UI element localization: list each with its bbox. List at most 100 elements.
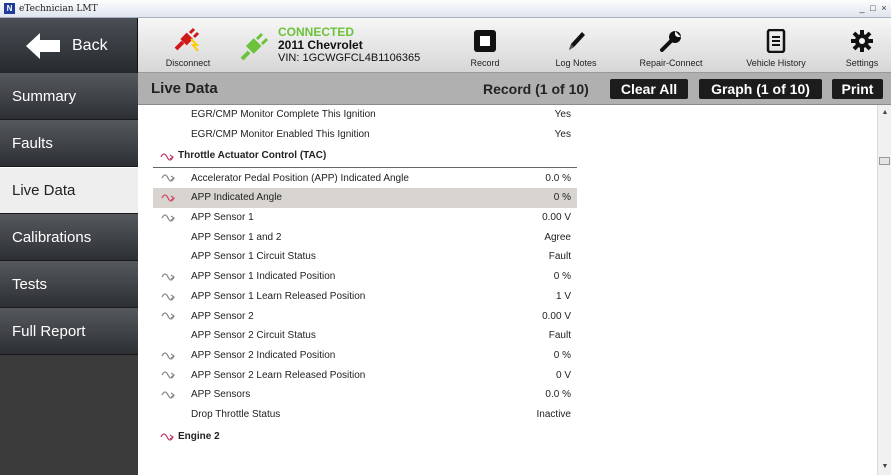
record-label: Record — [470, 58, 500, 68]
live-data-list: EGR/CMP Monitor Complete This Ignition Ye… — [153, 105, 577, 448]
row-value: 0.0 % — [545, 172, 571, 184]
page-title: Live Data — [151, 80, 218, 97]
close-button[interactable]: × — [879, 2, 889, 14]
connected-plug-icon — [240, 32, 268, 60]
graph-toggle-icon[interactable] — [161, 272, 175, 282]
sidebar-item-faults[interactable]: Faults — [0, 120, 138, 167]
table-row[interactable]: EGR/CMP Monitor Complete This Ignition Ye… — [153, 105, 577, 125]
graph-button[interactable]: Graph (1 of 10) — [699, 79, 822, 99]
row-value: 0.0 % — [545, 389, 571, 401]
print-button[interactable]: Print — [832, 79, 883, 99]
toolbar: Back Disconnect CONNECTED 2011 Chevrolet… — [0, 18, 891, 73]
graph-toggle-icon[interactable] — [161, 173, 175, 183]
row-value: 0 % — [553, 271, 571, 283]
row-value: 0 % — [553, 349, 571, 361]
table-row[interactable]: EGR/CMP Monitor Enabled This Ignition Yes — [153, 125, 577, 145]
app-logo: N — [4, 3, 15, 14]
back-button[interactable]: Back — [0, 18, 138, 73]
graph-toggle-icon[interactable] — [161, 370, 175, 380]
row-value: Yes — [554, 129, 571, 141]
table-row[interactable]: APP Sensor 1 Learn Released Position 1 V — [153, 287, 577, 307]
row-value: 0.00 V — [542, 212, 571, 224]
sidebar-item-calibrations[interactable]: Calibrations — [0, 214, 138, 261]
log-notes-label: Log Notes — [555, 58, 597, 68]
vehicle-history-button[interactable]: Vehicle History — [736, 18, 816, 73]
row-label: APP Sensor 2 Circuit Status — [191, 330, 316, 342]
graph-toggle-icon[interactable] — [161, 311, 175, 321]
repair-connect-button[interactable]: Repair-Connect — [634, 18, 708, 73]
table-row[interactable]: APP Sensor 1 Circuit Status Fault — [153, 247, 577, 267]
table-row[interactable]: APP Sensor 1 and 2 Agree — [153, 227, 577, 247]
connection-status: CONNECTED 2011 Chevrolet VIN: 1GCWGFCL4B… — [240, 18, 420, 73]
table-row[interactable]: APP Sensor 2 Indicated Position 0 % — [153, 346, 577, 366]
table-row[interactable]: APP Sensor 1 Indicated Position 0 % — [153, 267, 577, 287]
pencil-icon — [569, 32, 585, 50]
scroll-up-arrow-icon[interactable]: ▲ — [881, 109, 889, 117]
section-graph-icon[interactable] — [160, 152, 174, 162]
record-icon — [474, 30, 496, 52]
repair-connect-label: Repair-Connect — [639, 58, 703, 68]
window-title: eTechnician LMT — [19, 3, 98, 14]
table-row[interactable]: APP Sensor 2 0.00 V — [153, 306, 577, 326]
sidebar-item-full-report[interactable]: Full Report — [0, 308, 138, 355]
sidebar-item-summary[interactable]: Summary — [0, 73, 138, 120]
scroll-down-arrow-icon[interactable]: ▼ — [881, 463, 889, 471]
row-label: APP Sensor 2 — [191, 310, 254, 322]
graph-toggle-active-icon[interactable] — [161, 193, 175, 203]
vertical-scrollbar[interactable]: ▲ ▼ — [877, 105, 891, 475]
sidebar-item-live-data[interactable]: Live Data — [0, 167, 138, 214]
settings-label: Settings — [845, 58, 879, 68]
disconnect-plug-icon — [174, 27, 200, 52]
back-arrow-icon — [26, 32, 40, 59]
settings-button[interactable]: Settings — [838, 18, 886, 73]
table-row[interactable]: APP Sensor 2 Learn Released Position 0 V — [153, 365, 577, 385]
row-label: EGR/CMP Monitor Complete This Ignition — [191, 109, 376, 121]
window-controls: _ □ × — [857, 2, 889, 14]
table-row[interactable]: APP Sensor 2 Circuit Status Fault — [153, 326, 577, 346]
row-label: APP Sensor 1 Learn Released Position — [191, 290, 366, 302]
clear-all-button[interactable]: Clear All — [610, 79, 688, 99]
section-graph-icon[interactable] — [160, 432, 174, 442]
document-icon — [766, 29, 786, 53]
section-header[interactable]: Engine 2 — [153, 424, 577, 448]
row-value: 1 V — [555, 290, 571, 302]
graph-toggle-icon[interactable] — [161, 351, 175, 361]
disconnect-button[interactable]: Disconnect — [158, 18, 218, 73]
title-bar: N eTechnician LMT _ □ × — [0, 0, 891, 18]
table-row[interactable]: APP Sensors 0.0 % — [153, 385, 577, 405]
vehicle-vin: VIN: 1GCWGFCL4B1106365 — [278, 52, 421, 64]
row-label: APP Sensor 1 and 2 — [191, 231, 282, 243]
row-value: 0 % — [553, 192, 571, 204]
row-label: APP Sensor 1 Indicated Position — [191, 271, 336, 283]
table-row[interactable]: APP Indicated Angle 0 % — [153, 188, 577, 208]
graph-toggle-icon[interactable] — [161, 292, 175, 302]
row-value: Inactive — [536, 408, 571, 420]
graph-toggle-icon[interactable] — [161, 213, 175, 223]
sidebar-item-tests[interactable]: Tests — [0, 261, 138, 308]
row-value: 0.00 V — [542, 310, 571, 322]
row-label: APP Sensor 1 Circuit Status — [191, 251, 316, 263]
main-panel: Live Data Record (1 of 10) Clear All Gra… — [138, 73, 891, 475]
minimize-button[interactable]: _ — [857, 2, 867, 14]
row-label: Accelerator Pedal Position (APP) Indicat… — [191, 172, 409, 184]
row-label: APP Sensor 2 Indicated Position — [191, 349, 336, 361]
record-button[interactable]: Record — [460, 18, 510, 73]
table-row[interactable]: Drop Throttle Status Inactive — [153, 405, 577, 425]
section-header[interactable]: Throttle Actuator Control (TAC) — [153, 144, 577, 169]
row-label: Drop Throttle Status — [191, 408, 281, 420]
table-row[interactable]: APP Sensor 1 0.00 V — [153, 208, 577, 228]
row-label: APP Sensor 1 — [191, 212, 254, 224]
log-notes-button[interactable]: Log Notes — [548, 18, 604, 73]
wrench-icon — [660, 31, 681, 52]
row-label: EGR/CMP Monitor Enabled This Ignition — [191, 129, 370, 141]
row-label: APP Sensor 2 Learn Released Position — [191, 369, 366, 381]
row-value: Fault — [548, 330, 571, 342]
vehicle-history-label: Vehicle History — [746, 58, 806, 68]
row-value: Fault — [548, 251, 571, 263]
table-row[interactable]: Accelerator Pedal Position (APP) Indicat… — [153, 168, 577, 188]
scrollbar-thumb[interactable] — [879, 157, 890, 165]
record-status: Record (1 of 10) — [483, 81, 589, 97]
graph-toggle-icon[interactable] — [161, 390, 175, 400]
maximize-button[interactable]: □ — [868, 2, 878, 14]
gear-icon — [851, 30, 873, 52]
